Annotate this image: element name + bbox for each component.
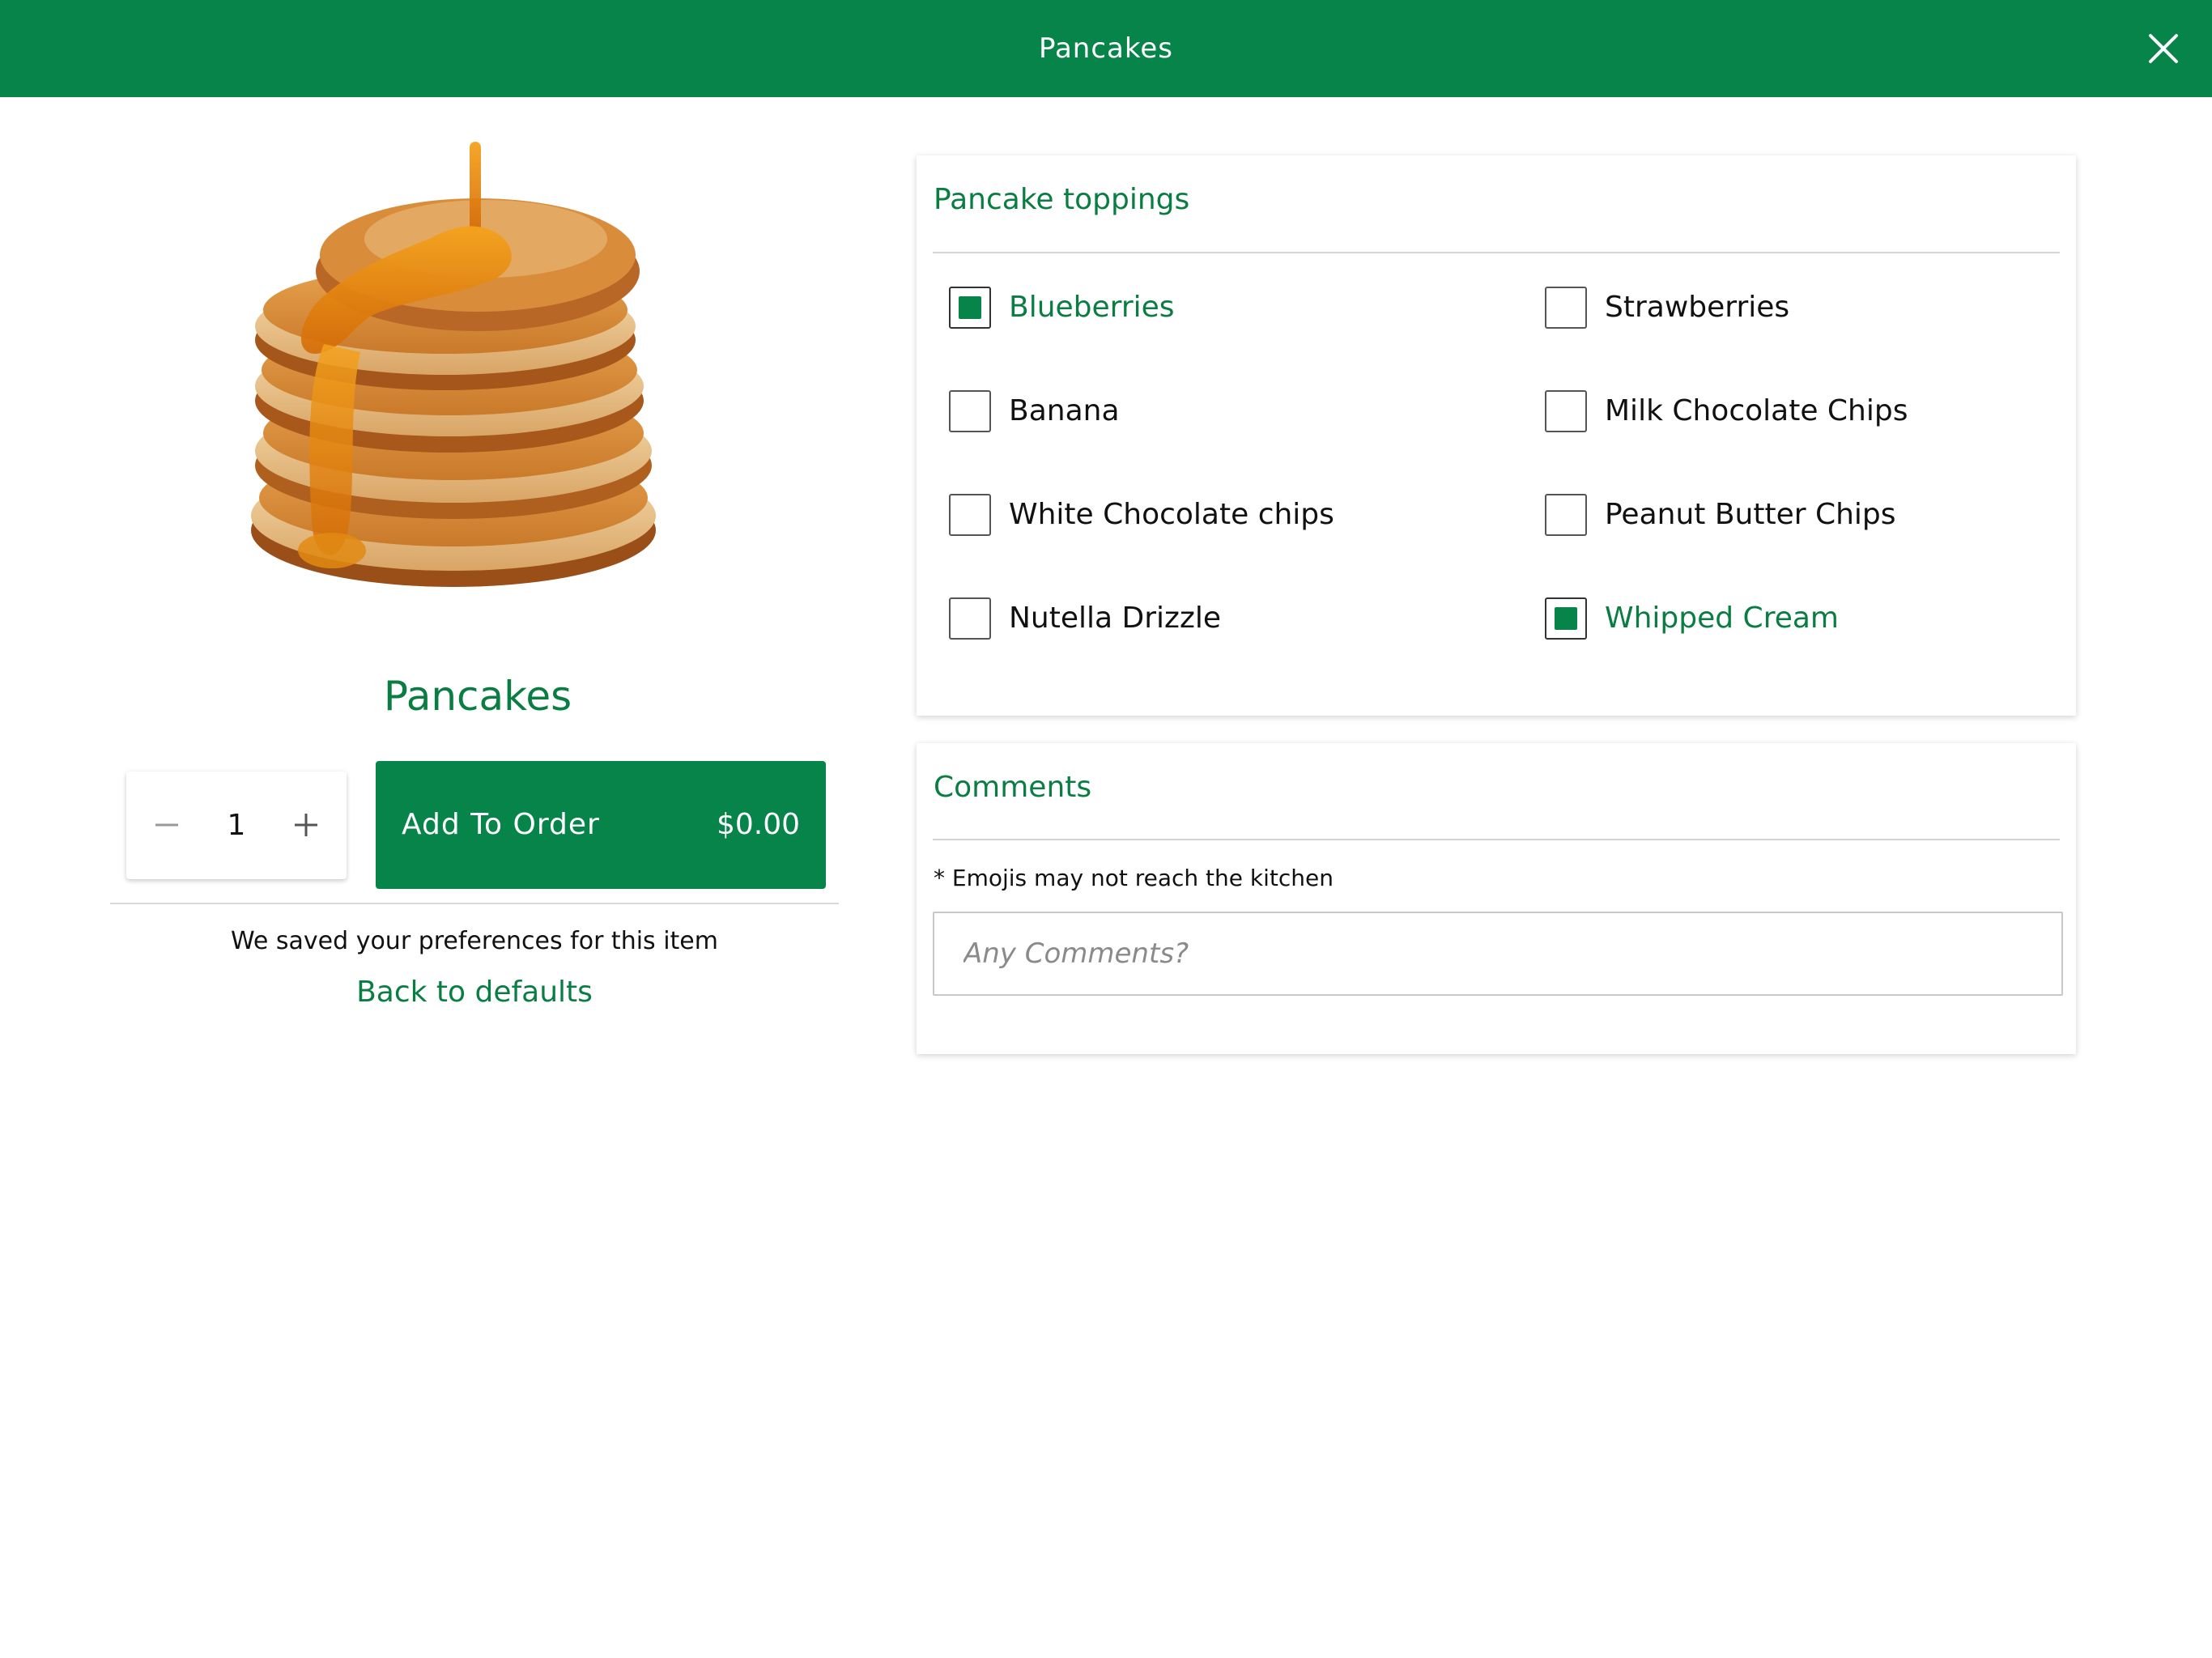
topping-label: Nutella Drizzle [1009, 602, 1221, 635]
checkbox-unchecked[interactable] [949, 597, 991, 640]
comments-input[interactable] [933, 912, 2063, 996]
checkbox-checked[interactable] [949, 287, 991, 329]
product-image [186, 142, 753, 644]
checkbox-unchecked[interactable] [1545, 390, 1587, 432]
header-title: Pancakes [1039, 32, 1173, 65]
checkbox-unchecked[interactable] [1545, 287, 1587, 329]
add-to-order-button[interactable]: Add To Order $0.00 [376, 761, 826, 889]
checkbox-unchecked[interactable] [949, 494, 991, 536]
toppings-card: Pancake toppings Blueberries Strawberrie… [917, 155, 2076, 716]
topping-label: Milk Chocolate Chips [1605, 394, 1908, 427]
emoji-warning-note: * Emojis may not reach the kitchen [934, 865, 1334, 891]
quantity-stepper: 1 [126, 772, 347, 879]
topping-label: Strawberries [1605, 291, 1790, 324]
saved-preferences-note: We saved your preferences for this item [231, 927, 718, 955]
plus-icon [295, 814, 317, 836]
divider [933, 839, 2060, 840]
topping-label: Blueberries [1009, 291, 1175, 324]
decrease-quantity-button[interactable] [134, 772, 199, 879]
toppings-title: Pancake toppings [934, 183, 1190, 216]
top-bar: Pancakes [0, 0, 2212, 97]
increase-quantity-button[interactable] [274, 772, 338, 879]
back-to-defaults-link[interactable]: Back to defaults [272, 976, 677, 1021]
checkbox-checked[interactable] [1545, 597, 1587, 640]
add-to-order-label: Add To Order [402, 808, 600, 841]
order-price: $0.00 [716, 808, 800, 841]
comments-card: Comments * Emojis may not reach the kitc… [917, 743, 2076, 1054]
quantity-value: 1 [227, 809, 246, 842]
divider [933, 252, 2060, 253]
pancake-stack-image [251, 142, 656, 587]
comments-title: Comments [934, 771, 1092, 804]
checkbox-unchecked[interactable] [1545, 494, 1587, 536]
close-button[interactable] [2146, 31, 2181, 66]
topping-label: Banana [1009, 394, 1120, 427]
topping-label: Whipped Cream [1605, 602, 1839, 635]
divider [110, 903, 839, 904]
checkbox-unchecked[interactable] [949, 390, 991, 432]
topping-label: Peanut Butter Chips [1605, 498, 1896, 531]
topping-label: White Chocolate chips [1009, 498, 1334, 531]
product-name: Pancakes [383, 673, 572, 720]
minus-icon [155, 823, 178, 827]
close-icon [2149, 34, 2178, 63]
